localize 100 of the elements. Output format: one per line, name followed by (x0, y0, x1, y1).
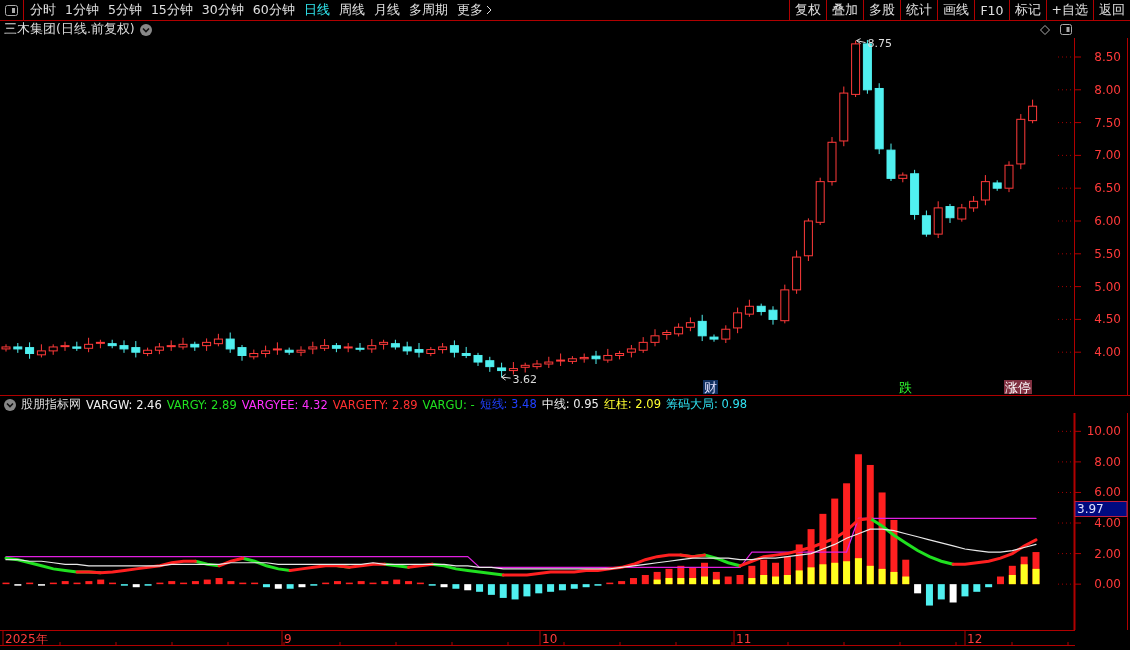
histogram-bar (381, 581, 389, 585)
histogram-bar (724, 576, 732, 585)
histogram-bar (393, 579, 401, 585)
dropdown-icon[interactable] (139, 23, 152, 36)
histogram-bar (49, 582, 57, 585)
histogram-bar (582, 584, 590, 588)
histogram-bar (570, 584, 578, 589)
period-tab[interactable]: 日线 (303, 1, 330, 19)
histogram-bar (440, 584, 448, 588)
price-axis-label: 4.00 (1094, 345, 1121, 360)
histogram-bar (274, 584, 282, 589)
histogram-bar (85, 581, 93, 585)
histogram-bar (334, 581, 341, 585)
period-tab[interactable]: 30分钟 (201, 1, 244, 19)
indicator-value: 短线: 3.48 (479, 397, 537, 412)
indicator-name: 股朋指标网 (21, 397, 81, 412)
histogram-bar (558, 584, 566, 591)
price-axis-label: 5.00 (1094, 279, 1121, 294)
histogram-bar (416, 582, 424, 585)
histogram-bar (61, 581, 69, 585)
price-axis-label: 5.50 (1094, 246, 1121, 261)
chevron-right-icon[interactable] (485, 5, 492, 15)
high-price-marker (856, 38, 867, 45)
date-axis-label: 9 (284, 632, 292, 646)
period-tab[interactable]: 周线 (338, 1, 365, 19)
histogram-bar (156, 582, 164, 585)
histogram-bar (925, 584, 933, 606)
price-axis-label: 6.50 (1094, 181, 1121, 196)
indicator-value: VARGYEE: 4.32 (241, 397, 328, 412)
histogram-bar (180, 582, 188, 585)
toolbar-button[interactable]: 画线 (937, 0, 975, 20)
histogram-bar (487, 584, 495, 595)
indicator-value: VARGU: - (422, 397, 475, 412)
histogram-bar (109, 582, 117, 585)
toolbar-button[interactable]: +自选 (1045, 0, 1093, 20)
indicator-axis-label: 2.00 (1094, 546, 1121, 561)
period-tab[interactable]: 5分钟 (107, 1, 142, 19)
histogram-bar (73, 582, 81, 585)
indicator-value: 筹码大局: 0.98 (666, 397, 748, 412)
toolbar-button[interactable]: 统计 (900, 0, 938, 20)
histogram-bar (2, 582, 10, 585)
histogram-bar (215, 578, 223, 585)
toolbar-button[interactable]: 多股 (863, 0, 901, 20)
histogram-bar (168, 581, 176, 585)
indicator-axis-label: 4.00 (1094, 516, 1121, 531)
date-axis-label: 2025年 (5, 632, 48, 646)
indicator-value: VARGW: 2.46 (86, 397, 162, 412)
histogram-bar (203, 579, 211, 585)
panel-toggle-icon[interactable] (1060, 24, 1072, 35)
histogram-bar (949, 584, 957, 603)
indicator-axis-label: 8.00 (1094, 454, 1121, 469)
date-axis-label: 11 (736, 632, 752, 646)
low-price-label: 3.62 (512, 373, 538, 387)
diamond-icon[interactable] (1040, 24, 1050, 35)
period-tab[interactable]: 60分钟 (252, 1, 295, 19)
more-menu[interactable]: 更多 (456, 1, 483, 19)
histogram-bar (239, 582, 247, 585)
period-tab[interactable]: 15分钟 (150, 1, 193, 19)
histogram-bar (464, 584, 472, 591)
histogram-bar (26, 582, 34, 585)
histogram-bar (191, 581, 199, 585)
dropdown-icon[interactable] (4, 398, 16, 411)
event-tag[interactable]: 涨停 (1004, 380, 1032, 395)
histogram-bar (523, 584, 531, 597)
histogram-bar (985, 584, 993, 588)
price-axis-label: 7.00 (1094, 148, 1121, 163)
price-axis-label: 8.00 (1094, 82, 1121, 97)
price-axis-label: 8.50 (1094, 50, 1121, 64)
histogram-bar (961, 584, 969, 597)
toolbar-button[interactable]: 复权 (789, 0, 827, 20)
panel-toggle-icon[interactable] (5, 4, 18, 16)
chart-title: 三木集团(日线.前复权) (4, 21, 135, 38)
event-tag[interactable]: 跌 (898, 380, 913, 395)
price-axis-label: 4.50 (1094, 312, 1121, 327)
histogram-bar (262, 584, 270, 588)
histogram-bar (251, 582, 259, 585)
histogram-bar (736, 575, 744, 585)
histogram-bar (511, 584, 519, 600)
histogram-bar (547, 584, 555, 592)
histogram-bar (629, 578, 637, 585)
indicator-value: VARGETY: 2.89 (332, 397, 418, 412)
toolbar-button[interactable]: 叠加 (826, 0, 864, 20)
low-price-marker (501, 373, 512, 381)
toolbar-button[interactable]: 标记 (1008, 0, 1046, 20)
histogram-bar (618, 581, 626, 585)
period-tab[interactable]: 多周期 (408, 1, 448, 19)
date-axis-label: 10 (542, 632, 558, 646)
event-tag[interactable]: 财 (703, 380, 718, 395)
histogram-bar (997, 576, 1004, 585)
toolbar-button[interactable]: 返回 (1093, 0, 1130, 20)
date-axis-label: 12 (967, 632, 983, 646)
histogram-bar (452, 584, 460, 589)
histogram-bar (973, 584, 981, 592)
period-tab[interactable]: 分时 (30, 1, 56, 19)
toolbar-button[interactable]: F10 (974, 0, 1009, 20)
indicator-value: 中线: 0.95 (541, 397, 599, 412)
histogram-bar (322, 582, 330, 585)
histogram-bar (286, 584, 294, 589)
period-tab[interactable]: 月线 (373, 1, 400, 19)
period-tab[interactable]: 1分钟 (65, 1, 99, 19)
